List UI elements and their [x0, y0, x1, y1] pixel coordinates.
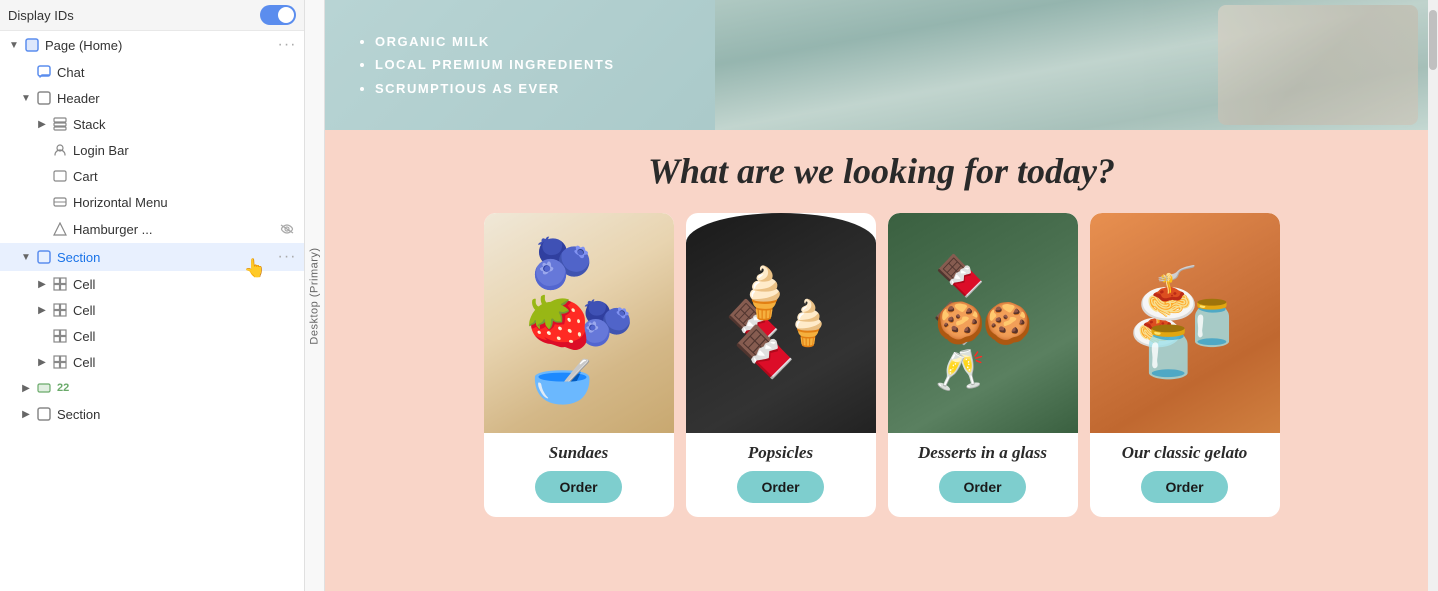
- hero-bg-right: [715, 0, 1438, 130]
- login-bar-label: Login Bar: [73, 143, 296, 158]
- cards-grid: 🍓🫐 Sundaes Order 🍫🍦 Popsicles Order 🍫🍪 D…: [345, 213, 1418, 517]
- tree-item-stack[interactable]: Stack: [0, 111, 304, 137]
- scrollbar[interactable]: [1428, 0, 1438, 591]
- tree-item-header[interactable]: Header: [0, 85, 304, 111]
- page-icon: [24, 37, 40, 53]
- pink-section: What are we looking for today? 🍓🫐 Sundae…: [325, 130, 1438, 591]
- page-home-label: Page (Home): [45, 38, 278, 53]
- chevron-section-1: [20, 251, 32, 263]
- display-ids-toggle[interactable]: [260, 5, 296, 25]
- cell-4-label: Cell: [73, 355, 296, 370]
- card-image-sundaes: 🍓🫐: [484, 213, 674, 433]
- stack-label: Stack: [73, 117, 296, 132]
- tree-item-cell-1[interactable]: Cell: [0, 271, 304, 297]
- chevron-header: [20, 92, 32, 104]
- viewport-label-container: Desktop (Primary): [305, 0, 325, 591]
- tree-item-horizontal-menu[interactable]: Horizontal Menu: [0, 189, 304, 215]
- chevron-page-home: [8, 39, 20, 51]
- chevron-cell-2: [36, 304, 48, 316]
- tree-item-hamburger[interactable]: Hamburger ...: [0, 215, 304, 243]
- chat-icon: [36, 64, 52, 80]
- section-1-label: Section: [57, 250, 278, 265]
- left-panel: Display IDs Page (Home) ··· Chat Header: [0, 0, 305, 591]
- cell-1-label: Cell: [73, 277, 296, 292]
- cell-3-label: Cell: [73, 329, 296, 344]
- tree-item-login-bar[interactable]: Login Bar: [0, 137, 304, 163]
- hero-hands-image: [1218, 5, 1418, 125]
- header-icon: [36, 90, 52, 106]
- tree-item-cell-2[interactable]: Cell: [0, 297, 304, 323]
- hero-bullet-list: Organic Milk Local Premium Ingredients S…: [355, 30, 615, 100]
- card-image-desserts: 🍫🍪: [888, 213, 1078, 433]
- hamburger-visibility-btn[interactable]: [278, 220, 296, 238]
- hamburger-actions: [278, 220, 296, 238]
- order-btn-sundaes[interactable]: Order: [535, 471, 621, 503]
- hero-bullet-2: Local Premium Ingredients: [375, 53, 615, 76]
- viewport-label-text: Desktop (Primary): [309, 247, 321, 344]
- order-btn-gelato[interactable]: Order: [1141, 471, 1227, 503]
- canvas-panel: Organic Milk Local Premium Ingredients S…: [325, 0, 1438, 591]
- page-home-actions: ···: [278, 36, 296, 54]
- card-name-popsicles: Popsicles: [748, 443, 813, 463]
- tree-item-chat[interactable]: Chat: [0, 59, 304, 85]
- order-btn-desserts[interactable]: Order: [939, 471, 1025, 503]
- card-name-sundaes: Sundaes: [549, 443, 609, 463]
- section-2-icon: [36, 406, 52, 422]
- cell-2-label: Cell: [73, 303, 296, 318]
- chevron-stack: [36, 118, 48, 130]
- card-sundaes: 🍓🫐 Sundaes Order: [484, 213, 674, 517]
- tree-item-cell-3[interactable]: Cell: [0, 323, 304, 349]
- tree-item-section-2[interactable]: Section: [0, 401, 304, 427]
- hamburger-icon: [52, 221, 68, 237]
- horizontal-menu-icon: [52, 194, 68, 210]
- display-ids-label: Display IDs: [8, 8, 260, 23]
- hero-section: Organic Milk Local Premium Ingredients S…: [325, 0, 1438, 130]
- card-popsicles: 🍫🍦 Popsicles Order: [686, 213, 876, 517]
- hero-bullet-3: Scrumptious as Ever: [375, 77, 615, 100]
- section-1-actions: ···: [278, 248, 296, 266]
- chat-label: Chat: [57, 65, 296, 80]
- login-bar-icon: [52, 142, 68, 158]
- tree-item-page-home[interactable]: Page (Home) ···: [0, 31, 304, 59]
- order-btn-popsicles[interactable]: Order: [737, 471, 823, 503]
- header-label: Header: [57, 91, 296, 106]
- cell-2-icon: [52, 302, 68, 318]
- card-image-gelato: 🍝🫙: [1090, 213, 1280, 433]
- num-22-label: 22: [57, 382, 296, 394]
- chevron-22: [20, 382, 32, 394]
- tree-item-cart[interactable]: Cart: [0, 163, 304, 189]
- num-22-icon: [36, 380, 52, 396]
- chevron-section-2: [20, 408, 32, 420]
- hero-bg-image: [715, 0, 1438, 130]
- cell-4-icon: [52, 354, 68, 370]
- card-name-desserts: Desserts in a glass: [918, 443, 1047, 463]
- cell-3-icon: [52, 328, 68, 344]
- stack-icon: [52, 116, 68, 132]
- cell-1-icon: [52, 276, 68, 292]
- card-name-gelato: Our classic gelato: [1122, 443, 1248, 463]
- page-home-more-btn[interactable]: ···: [278, 36, 296, 54]
- hero-bullet-1: Organic Milk: [375, 30, 615, 53]
- hamburger-label: Hamburger ...: [73, 222, 278, 237]
- hero-content: Organic Milk Local Premium Ingredients S…: [325, 10, 645, 120]
- card-gelato: 🍝🫙 Our classic gelato Order: [1090, 213, 1280, 517]
- card-image-popsicles: 🍫🍦: [686, 213, 876, 433]
- horizontal-menu-label: Horizontal Menu: [73, 195, 296, 210]
- scrollbar-thumb[interactable]: [1429, 10, 1437, 70]
- section-1-more-btn[interactable]: ···: [278, 248, 296, 266]
- section-1-icon: [36, 249, 52, 265]
- tree-item-section-1[interactable]: Section ··· 👆: [0, 243, 304, 271]
- chevron-cell-4: [36, 356, 48, 368]
- tree-item-22[interactable]: 22: [0, 375, 304, 401]
- section-title: What are we looking for today?: [345, 150, 1418, 193]
- panel-header: Display IDs: [0, 0, 304, 31]
- section-2-label: Section: [57, 407, 296, 422]
- chevron-cell-1: [36, 278, 48, 290]
- cart-icon: [52, 168, 68, 184]
- card-desserts: 🍫🍪 Desserts in a glass Order: [888, 213, 1078, 517]
- cart-label: Cart: [73, 169, 296, 184]
- tree-item-cell-4[interactable]: Cell: [0, 349, 304, 375]
